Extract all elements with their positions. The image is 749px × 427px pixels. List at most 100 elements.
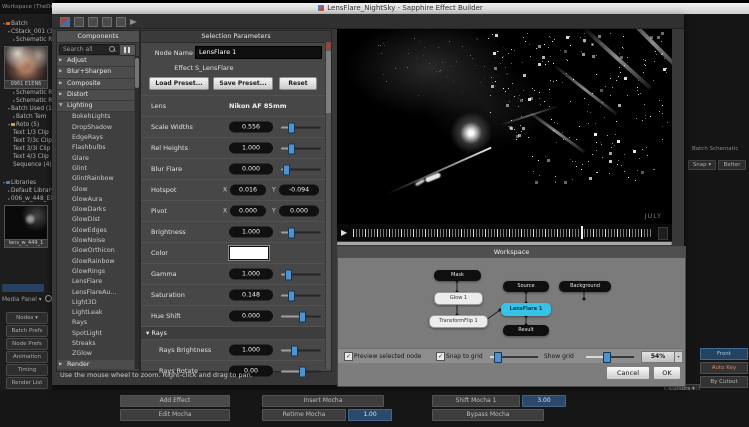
tree-item-text-7-3c-clip[interactable]: Text 7/3c Clip [0,137,52,145]
param-value-field[interactable]: 1.000 [229,269,273,280]
open-icon[interactable] [74,17,84,27]
ok-button[interactable]: OK [653,366,681,380]
graph-node-lensflare-1[interactable]: LensFlare 1 [501,303,551,316]
tree-item-libraries[interactable]: ▾Libraries [0,179,52,187]
right-button-front[interactable]: Front [700,348,748,360]
components-scrollbar-thumb[interactable] [135,58,139,88]
graph-node-transformflip-1[interactable]: TransformFlip 1 [429,315,488,328]
right-button-auto-key[interactable]: Auto Key [700,362,748,374]
component-item-streaks[interactable]: Streaks [57,339,134,349]
workspace-zoom-slider[interactable] [586,352,634,361]
param-slider[interactable] [281,291,321,300]
param-value-field[interactable]: 0.000 [229,311,273,322]
left-button-node-prefs[interactable]: Node Prefs [6,338,48,350]
component-item-spotlight[interactable]: SpotLight [57,329,134,339]
snap-to-grid-checkbox[interactable]: ✓ [436,352,445,361]
timeline-ticks[interactable] [353,229,653,237]
component-item-glowdarks[interactable]: GlowDarks [57,205,134,215]
component-category-composite[interactable]: ▶Composite [57,79,134,90]
insert-mocha-button[interactable]: Insert Mocha [262,395,384,407]
tree-item-batch-used-1-[interactable]: ▾Batch Used (1) [0,105,52,113]
save-as-icon[interactable] [102,17,112,27]
components-scrollbar[interactable] [135,56,139,369]
param-value-field[interactable]: 0.000 [229,164,273,175]
zoom-dropdown-arrow[interactable]: ▾ [674,351,683,363]
component-item-glare[interactable]: Glare [57,154,134,164]
param-slider[interactable] [281,144,321,153]
playhead[interactable] [581,226,583,239]
parameters-scrollbar-thumb[interactable] [326,51,331,113]
zoom-percent-dropdown[interactable]: 54% [641,351,675,363]
graph-node-mask[interactable]: Mask [434,270,481,281]
left-button-render-list[interactable]: Render List [6,377,48,389]
component-item-glow[interactable]: Glow [57,185,134,195]
param-slider[interactable] [281,270,321,279]
component-item-glowaura[interactable]: GlowAura [57,195,134,205]
param-value-field[interactable]: 1.000 [229,227,273,238]
tree-item-roto-5-[interactable]: ▾Roto (5) [0,121,52,129]
param-select-value[interactable]: Nikon AF 85mm [229,102,287,110]
tree-caret-icon[interactable]: ▾ [8,29,10,34]
play-button[interactable]: ▶ [341,228,347,237]
tree-caret-icon[interactable]: ▸ [13,90,15,95]
clip-thumbnail[interactable]: lens_w_449_1 [4,205,46,248]
left-button-batch-prefs[interactable]: Batch Prefs [6,325,48,337]
param-slider[interactable] [281,228,321,237]
param-slider[interactable] [281,312,321,321]
pan-arrow-icon[interactable] [130,17,138,25]
retime-mocha-value[interactable]: 1.00 [348,409,392,421]
tree-item-schematic-r[interactable]: ▸Schematic R [0,89,52,97]
component-item-flashbulbs[interactable]: Flashbulbs [57,143,134,153]
tree-caret-icon[interactable]: ▾ [3,180,5,185]
shift-mocha-value[interactable]: 3.00 [522,395,566,407]
left-button-nodes[interactable]: Nodes ▾ [6,312,48,324]
component-item-dropshadow[interactable]: DropShadow [57,123,134,133]
preview-hscrollbar[interactable] [337,242,672,245]
tree-caret-icon[interactable]: ▾ [8,122,10,127]
component-item-rays[interactable]: Rays [57,318,134,328]
tree-item-schematic-r[interactable]: ▸Schematic R [0,36,52,44]
component-item-zglow[interactable]: ZGlow [57,349,134,359]
tree-item-schematic-r[interactable]: ▸Schematic R [0,97,52,105]
component-item-glint[interactable]: Glint [57,164,134,174]
tree-item-batch-tem[interactable]: ▸Batch Tem [0,113,52,121]
filter-button[interactable] [119,44,136,56]
new-icon[interactable] [60,17,70,27]
add-effect-button[interactable]: Add Effect [120,395,230,407]
tree-item-text-3-3i-clip[interactable]: Text 3/3i Clip [0,145,52,153]
bypass-mocha-button[interactable]: Bypass Mocha [432,409,544,421]
component-item-glownoise[interactable]: GlowNoise [57,236,134,246]
component-item-lensflareau...[interactable]: LensFlareAu... [57,288,134,298]
graph-node-result[interactable]: Result [503,325,549,336]
tree-caret-icon[interactable]: ▸ [13,37,15,42]
save-preset-button[interactable]: Save Preset... [213,77,273,90]
component-item-glintrainbow[interactable]: GlintRainbow [57,174,134,184]
tree-caret-icon[interactable]: ▾ [3,21,5,26]
tree-item-text-1-3-clip[interactable]: Text 1/3 Clip [0,129,52,137]
component-item-lightleak[interactable]: LightLeak [57,308,134,318]
param-value-field[interactable]: 1.000 [229,143,273,154]
left-button-timing[interactable]: Timing [6,364,48,376]
tree-caret-icon[interactable]: ▾ [8,106,10,111]
param-x-field[interactable]: 0.000 [230,206,266,217]
component-item-light3d[interactable]: Light3D [57,298,134,308]
component-item-glowrainbow[interactable]: GlowRainbow [57,257,134,267]
tree-caret-icon[interactable]: ▸ [8,188,10,193]
shift-mocha-button[interactable]: Shift Mocha 1 [432,395,520,407]
grid-size-slider[interactable] [490,352,538,361]
export-icon[interactable] [116,17,126,27]
component-category-lighting[interactable]: ▼Lighting [57,101,134,112]
parameters-scroll-top-button[interactable] [326,42,331,50]
graph-node-background[interactable]: Background [559,281,611,292]
component-category-distort[interactable]: ▶Distort [57,90,134,101]
tree-item-006-w-448-exc[interactable]: ▸006_w_448_EXC [0,195,52,203]
edit-mocha-button[interactable]: Edit Mocha [120,409,230,421]
tree-caret-icon[interactable]: ▸ [8,196,10,201]
param-y-field[interactable]: -0.094 [279,185,319,196]
right-button-by-cutout[interactable]: By Cutout [700,376,748,388]
graph-node-source[interactable]: Source [503,281,549,292]
save-icon[interactable] [88,17,98,27]
component-category-adjust[interactable]: ▶Adjust [57,56,134,67]
param-slider[interactable] [281,165,321,174]
param-value-field[interactable]: 0.556 [229,122,273,133]
